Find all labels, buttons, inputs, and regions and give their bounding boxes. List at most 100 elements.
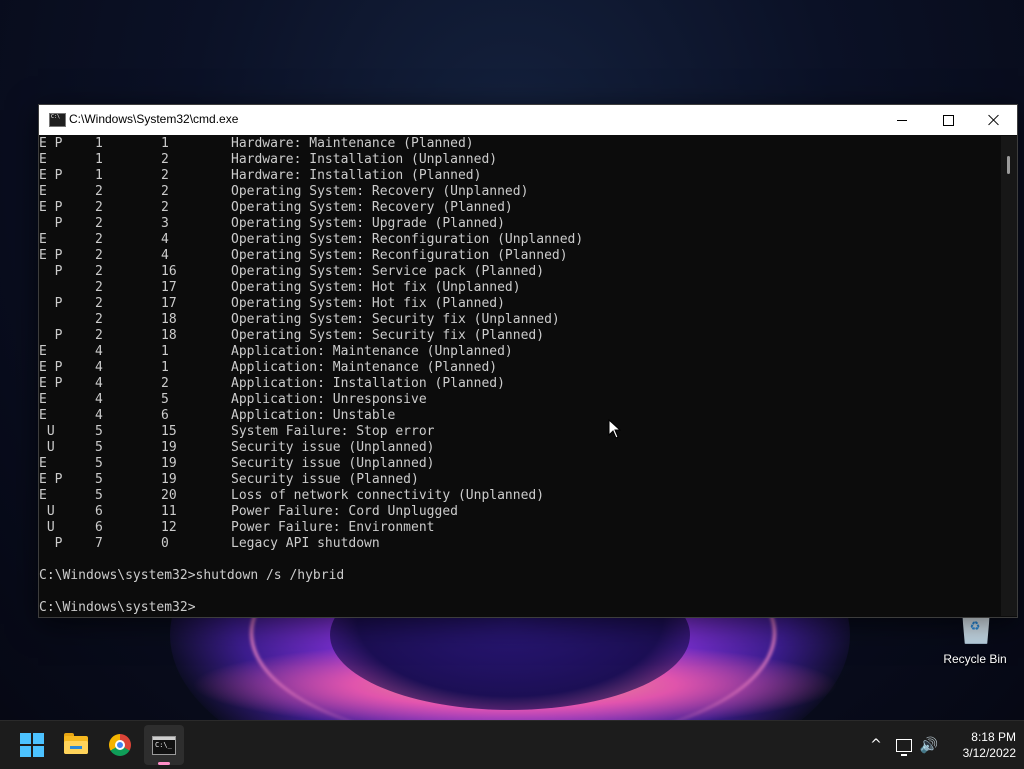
row-reason: Hardware: Maintenance (Planned) [231,136,474,151]
row-major: 5 [95,424,103,439]
row-minor: 2 [161,376,169,391]
row-flags: E P [39,472,63,487]
row-reason: Power Failure: Cord Unplugged [231,504,458,519]
taskbar: C:\_ ^ 🔊 8:18 PM 3/12/2022 [0,720,1024,769]
row-minor: 2 [161,168,169,183]
console-row: 2 17 Operating System: Hot fix (Unplanned) [39,280,1001,296]
row-reason: Application: Installation (Planned) [231,376,505,391]
row-minor: 4 [161,232,169,247]
console-row: 2 18 Operating System: Security fix (Unpla… [39,312,1001,328]
row-flags: E P [39,248,63,263]
row-minor: 19 [161,456,177,471]
row-minor: 0 [161,536,169,551]
row-reason: Security issue (Planned) [231,472,419,487]
row-minor: 20 [161,488,177,503]
row-major: 2 [95,296,103,311]
console-row: E 4 1 Application: Maintenance (Unplanned) [39,344,1001,360]
row-minor: 19 [161,440,177,455]
row-reason: Legacy API shutdown [231,536,380,551]
command-prompt-button[interactable]: C:\_ [144,725,184,765]
scrollbar-thumb[interactable] [1007,156,1010,174]
console-row: P 2 16 Operating System: Service pack (Plan… [39,264,1001,280]
row-reason: Application: Unstable [231,408,396,423]
cmd-icon [49,113,66,127]
row-flags: U [39,520,55,535]
row-reason: Hardware: Installation (Planned) [231,168,482,183]
row-flags: E [39,344,47,359]
row-flags: E [39,232,47,247]
row-major: 6 [95,520,103,535]
mouse-pointer-icon [608,419,622,439]
row-major: 2 [95,312,103,327]
console-row: E 4 5 Application: Unresponsive [39,392,1001,408]
row-minor: 2 [161,152,169,167]
console-row: E P 1 2 Hardware: Installation (Planned) [39,168,1001,184]
close-button[interactable] [971,105,1017,135]
file-explorer-button[interactable] [56,725,96,765]
row-major: 2 [95,216,103,231]
row-flags: P [39,264,63,279]
row-flags: E [39,456,47,471]
row-major: 2 [95,232,103,247]
row-major: 1 [95,136,103,151]
row-flags: P [39,296,63,311]
row-major: 2 [95,264,103,279]
row-major: 2 [95,200,103,215]
active-app-indicator [158,762,170,765]
clock-date: 3/12/2022 [962,746,1016,760]
row-reason: Security issue (Unplanned) [231,456,435,471]
window-titlebar[interactable]: C:\Windows\System32\cmd.exe [39,105,1017,135]
row-minor: 1 [161,360,169,375]
system-clock[interactable]: 8:18 PM 3/12/2022 [940,729,1016,761]
row-reason: Loss of network connectivity (Unplanned) [231,488,545,503]
row-reason: Power Failure: Environment [231,520,435,535]
row-minor: 5 [161,392,169,407]
row-major: 2 [95,248,103,263]
console-output[interactable]: E P 1 1 Hardware: Maintenance (Planned) E 1 2 H… [39,136,1001,616]
console-row: E 2 4 Operating System: Reconfiguration (Un… [39,232,1001,248]
network-icon [896,738,912,756]
console-row: E 5 20 Loss of network connectivity (Unplan… [39,488,1001,504]
console-row: P 7 0 Legacy API shutdown [39,536,1001,552]
console-row: U 6 12 Power Failure: Environment [39,520,1001,536]
row-reason: System Failure: Stop error [231,424,435,439]
row-flags: E [39,488,47,503]
chevron-up-icon: ^ [870,737,882,753]
vertical-scrollbar[interactable] [1001,136,1017,616]
maximize-button[interactable] [925,105,971,135]
row-reason: Operating System: Hot fix (Planned) [231,296,505,311]
row-reason: Operating System: Reconfiguration (Unpla… [231,232,584,247]
console-row: E P 2 4 Operating System: Reconfiguration (… [39,248,1001,264]
start-button[interactable] [12,725,52,765]
row-reason: Operating System: Security fix (Unplanne… [231,312,560,327]
row-reason: Security issue (Unplanned) [231,440,435,455]
console-row: E P 2 2 Operating System: Recovery (Planned… [39,200,1001,216]
network-button[interactable] [894,721,914,769]
console-row: U 5 19 Security issue (Unplanned) [39,440,1001,456]
row-minor: 17 [161,296,177,311]
row-minor: 18 [161,312,177,327]
row-flags: U [39,504,55,519]
chrome-button[interactable] [100,725,140,765]
chrome-icon [109,734,131,756]
cmd-window[interactable]: C:\Windows\System32\cmd.exe E P 1 1 Hardwar… [38,104,1018,618]
row-flags: E P [39,200,63,215]
volume-button[interactable]: 🔊 [918,721,940,769]
row-reason: Operating System: Upgrade (Planned) [231,216,505,231]
show-hidden-icons-button[interactable]: ^ [866,721,886,769]
row-flags: E [39,408,47,423]
row-reason: Operating System: Service pack (Planned) [231,264,545,279]
row-major: 4 [95,360,103,375]
console-row: E 1 2 Hardware: Installation (Unplanned) [39,152,1001,168]
row-major: 5 [95,488,103,503]
windows-logo-icon [20,733,44,757]
row-major: 2 [95,328,103,343]
row-minor: 4 [161,248,169,263]
row-minor: 1 [161,136,169,151]
row-major: 2 [95,280,103,295]
row-flags: P [39,328,63,343]
minimize-button[interactable] [879,105,925,135]
current-prompt[interactable]: C:\Windows\system32> [39,600,1001,616]
